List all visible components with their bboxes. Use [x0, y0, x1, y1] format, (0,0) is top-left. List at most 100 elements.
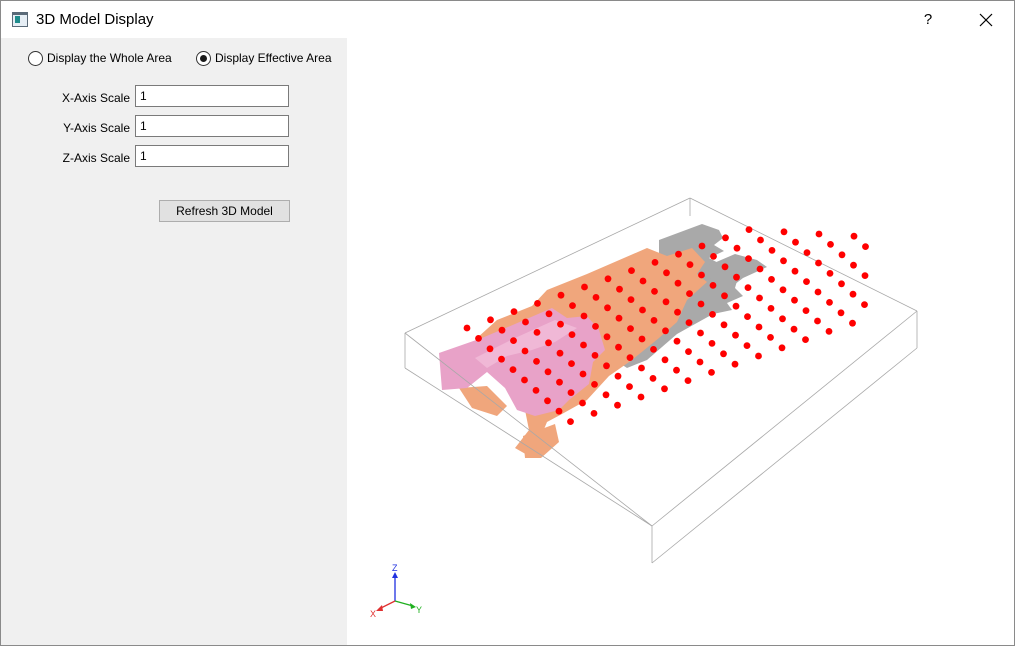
app-window-icon — [12, 12, 28, 27]
sample-point — [756, 265, 764, 273]
3d-viewport[interactable]: Z Y X — [347, 38, 1014, 645]
sample-point — [684, 377, 692, 384]
sample-point — [651, 288, 658, 295]
sample-point — [849, 290, 857, 298]
sample-point — [815, 230, 823, 238]
sample-point — [697, 300, 705, 308]
sample-point — [509, 366, 517, 373]
sample-point — [545, 310, 553, 318]
sample-point — [556, 378, 563, 386]
sample-point — [639, 277, 647, 285]
sample-point — [720, 321, 728, 329]
sample-point — [638, 364, 645, 372]
y-axis-scale-input[interactable] — [135, 115, 289, 137]
sample-point — [686, 261, 694, 268]
z-axis-label: Z — [392, 563, 398, 573]
sample-point — [568, 360, 575, 367]
sample-point — [733, 273, 740, 281]
sample-point — [522, 318, 529, 326]
sample-point — [650, 317, 658, 324]
sample-point — [708, 340, 716, 347]
sample-point — [768, 247, 776, 254]
sample-point — [557, 291, 565, 299]
sample-point — [733, 244, 741, 252]
sample-point — [791, 296, 798, 304]
sample-point — [498, 355, 505, 363]
sample-point — [698, 242, 706, 250]
bbox-edge — [651, 310, 918, 527]
sample-point — [661, 356, 669, 364]
sample-point — [650, 346, 657, 353]
sample-point — [697, 329, 704, 337]
radio-selected-dot — [200, 55, 207, 62]
sample-point — [778, 344, 786, 352]
sample-point — [755, 352, 762, 360]
sample-point — [555, 407, 563, 415]
x-axis-scale-input[interactable] — [135, 85, 289, 107]
sample-point — [544, 368, 552, 376]
sample-point — [592, 294, 600, 301]
sample-point — [803, 278, 810, 285]
sample-point — [732, 331, 739, 339]
radio-label: Display the Whole Area — [47, 51, 172, 65]
refresh-3d-model-button[interactable]: Refresh 3D Model — [159, 200, 290, 222]
close-button[interactable] — [964, 4, 1008, 36]
3d-model-scene: Z Y X — [370, 197, 918, 619]
sample-point — [557, 320, 564, 328]
radio-display-effective-area[interactable]: Display Effective Area — [196, 50, 346, 68]
sample-point — [534, 300, 541, 307]
sample-point — [639, 306, 646, 314]
sample-point — [838, 251, 846, 259]
y-axis-scale-label: Y-Axis Scale — [63, 121, 130, 135]
sample-point — [532, 387, 540, 394]
sample-point — [603, 333, 611, 341]
sample-point — [803, 249, 811, 256]
sample-point — [638, 335, 646, 343]
sample-point — [862, 243, 869, 251]
z-axis-scale-input[interactable] — [135, 145, 289, 167]
sample-point — [757, 236, 764, 244]
sample-point — [567, 389, 575, 396]
sample-point — [709, 282, 717, 289]
sample-point — [779, 286, 787, 294]
sample-point — [567, 418, 574, 425]
bbox-edge — [651, 347, 918, 564]
sample-point — [627, 325, 634, 332]
sample-point — [545, 339, 552, 347]
sample-point — [685, 319, 693, 326]
sample-point — [721, 263, 729, 271]
sample-point — [745, 255, 752, 262]
sample-point — [827, 241, 834, 248]
sample-point — [579, 399, 586, 407]
sample-point — [780, 257, 787, 265]
sample-point — [591, 381, 598, 388]
sample-point — [569, 302, 576, 309]
sample-point — [826, 270, 834, 277]
radio-display-whole-area[interactable]: Display the Whole Area — [28, 50, 188, 68]
x-axis-label: X — [370, 609, 376, 619]
sample-point — [673, 337, 681, 345]
sample-point — [685, 348, 692, 355]
radio-circle — [196, 51, 211, 66]
sample-point — [802, 307, 810, 314]
sample-point — [709, 311, 716, 318]
sample-point — [661, 385, 668, 393]
sample-point — [802, 336, 809, 343]
sample-point — [615, 343, 622, 351]
sample-point — [604, 304, 611, 312]
sample-point — [614, 372, 622, 380]
y-axis-label: Y — [416, 605, 422, 615]
sample-point — [850, 232, 858, 240]
sample-point — [475, 335, 482, 342]
sample-point — [590, 410, 598, 417]
sample-point — [581, 283, 588, 291]
axis-orientation-triad: Z Y X — [370, 563, 422, 619]
sample-point — [579, 370, 587, 378]
orange-block-edge — [459, 386, 507, 416]
help-button[interactable]: ? — [906, 4, 950, 36]
sample-point — [790, 325, 798, 333]
sample-point — [850, 261, 857, 269]
close-icon — [979, 13, 993, 27]
sample-point — [779, 315, 786, 323]
sample-point — [744, 284, 752, 291]
